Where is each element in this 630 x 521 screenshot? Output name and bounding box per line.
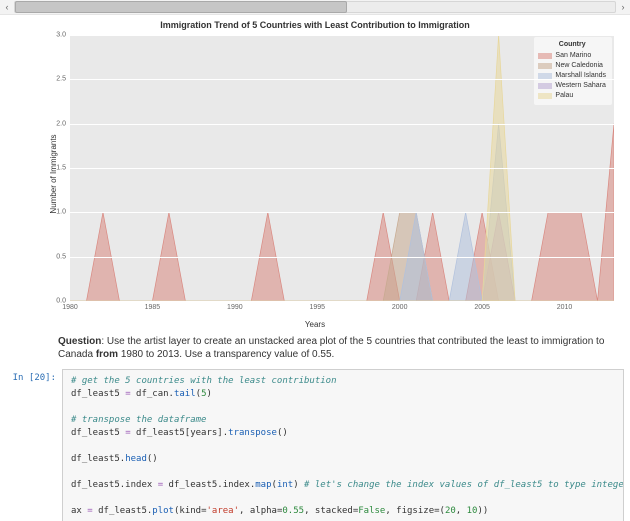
scroll-track[interactable]: [14, 1, 616, 13]
legend-swatch: [538, 93, 552, 99]
x-tick-label: 2005: [474, 301, 490, 311]
legend-item: New Caledonia: [538, 61, 606, 71]
horizontal-scrollbar[interactable]: ‹ ›: [0, 0, 630, 15]
legend-label: Western Sahara: [555, 81, 605, 91]
legend-item: Western Sahara: [538, 81, 606, 91]
scroll-left-arrow[interactable]: ‹: [0, 0, 14, 14]
input-cell: In [20]: # get the 5 countries with the …: [4, 369, 624, 521]
legend-label: San Marino: [555, 51, 591, 61]
code-editor[interactable]: # get the 5 countries with the least con…: [62, 369, 624, 521]
question-text: Question: Use the artist layer to create…: [58, 335, 620, 361]
legend-swatch: [538, 53, 552, 59]
y-tick-label: 3.0: [56, 32, 70, 39]
question-label: Question: [58, 336, 101, 347]
grid-line: [70, 168, 614, 169]
grid-line: [70, 79, 614, 80]
grid-line: [70, 124, 614, 125]
grid-line: [70, 257, 614, 258]
legend-swatch: [538, 73, 552, 79]
legend-label: New Caledonia: [555, 61, 602, 71]
question-body-2: 1980 to 2013. Use a transparency value o…: [118, 349, 334, 360]
y-tick-label: 2.5: [56, 76, 70, 83]
question-bold: from: [96, 349, 118, 360]
legend-item: San Marino: [538, 51, 606, 61]
grid-line: [70, 212, 614, 213]
y-tick-label: 2.0: [56, 120, 70, 127]
legend-swatch: [538, 83, 552, 89]
x-tick-label: 1980: [62, 301, 78, 311]
legend-item: Palau: [538, 91, 606, 101]
legend-swatch: [538, 63, 552, 69]
x-tick-label: 2010: [557, 301, 573, 311]
y-tick-label: 1.0: [56, 209, 70, 216]
chart-legend: Country San MarinoNew CaledoniaMarshall …: [534, 37, 612, 105]
y-tick-label: 1.5: [56, 165, 70, 172]
legend-title: Country: [538, 40, 606, 50]
plot-area: Country San MarinoNew CaledoniaMarshall …: [70, 35, 614, 301]
input-prompt: In [20]:: [4, 369, 62, 521]
x-tick-label: 1995: [309, 301, 325, 311]
x-tick-label: 2000: [392, 301, 408, 311]
grid-line: [70, 35, 614, 36]
x-axis-label: Years: [6, 320, 624, 329]
x-tick-label: 1985: [145, 301, 161, 311]
scroll-thumb[interactable]: [15, 1, 347, 13]
y-tick-label: 0.5: [56, 253, 70, 260]
chart-title: Immigration Trend of 5 Countries with Le…: [6, 19, 624, 31]
notebook-page: ‹ › Immigration Trend of 5 Countries wit…: [0, 0, 630, 521]
x-tick-label: 1990: [227, 301, 243, 311]
scroll-right-arrow[interactable]: ›: [616, 0, 630, 14]
legend-label: Palau: [555, 91, 573, 101]
y-axis-label: Number of Immigrants: [49, 134, 58, 213]
chart-figure: Immigration Trend of 5 Countries with Le…: [6, 19, 624, 329]
